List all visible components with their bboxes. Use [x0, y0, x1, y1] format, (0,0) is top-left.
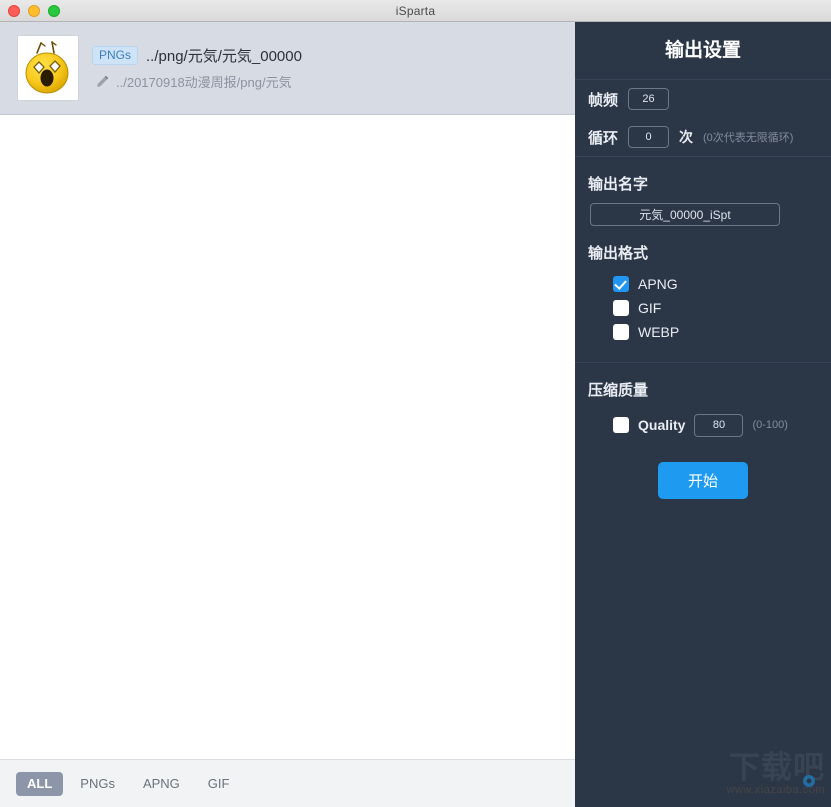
- quality-input[interactable]: [694, 413, 744, 437]
- quality-range-hint: (0-100): [752, 419, 788, 431]
- settings-title: 输出设置: [575, 22, 831, 80]
- settings-panel: 输出设置 帧频 循环 次 (0次代表无限循环) 输出名字 输出格式 APNG: [575, 22, 831, 807]
- checkbox-webp-icon[interactable]: [613, 324, 629, 340]
- filter-tab-gif[interactable]: GIF: [197, 772, 241, 796]
- format-option-webp[interactable]: WEBP: [588, 320, 831, 344]
- loop-row: 循环 次 (0次代表无限循环): [588, 118, 831, 156]
- format-label-gif: GIF: [638, 300, 662, 316]
- filter-tab-pngs[interactable]: PNGs: [69, 772, 126, 796]
- output-format-title: 输出格式: [588, 245, 649, 262]
- loop-input[interactable]: [628, 126, 670, 148]
- output-name-title: 输出名字: [588, 176, 649, 193]
- checkbox-gif-icon[interactable]: [613, 300, 629, 316]
- quality-label: Quality: [638, 417, 686, 433]
- window-title: iSparta: [395, 3, 436, 18]
- output-name-input[interactable]: [590, 203, 780, 226]
- quality-row: Quality (0-100): [588, 410, 831, 440]
- file-primary-line: PNGs ../png/元気/元気_00000: [92, 45, 302, 66]
- divider-2: [575, 362, 831, 363]
- frame-rate-label: 帧频: [588, 91, 619, 109]
- format-label-apng: APNG: [638, 276, 678, 292]
- divider-1: [575, 156, 831, 157]
- list-item[interactable]: PNGs ../png/元気/元気_00000 ../20170918动漫周报/…: [0, 22, 575, 115]
- frame-rate-row: 帧频: [588, 80, 831, 118]
- timing-section: 帧频 循环 次 (0次代表无限循环): [575, 80, 831, 156]
- close-icon[interactable]: [8, 5, 20, 17]
- format-option-gif[interactable]: GIF: [588, 296, 831, 320]
- watermark-url: www.xiazaiba.com: [726, 784, 825, 796]
- file-path: ../png/元気/元気_00000: [146, 48, 302, 65]
- format-option-apng[interactable]: APNG: [588, 272, 831, 296]
- window-controls: [8, 0, 60, 22]
- watermark-text: 下载吧: [729, 750, 825, 785]
- filter-tab-apng[interactable]: APNG: [132, 772, 191, 796]
- output-section: 输出名字 输出格式 APNG GIF WEBP: [575, 173, 831, 362]
- file-meta: PNGs ../png/元気/元気_00000 ../20170918动漫周报/…: [92, 45, 302, 91]
- frame-rate-input[interactable]: [628, 88, 670, 110]
- file-list-pane: PNGs ../png/元気/元気_00000 ../20170918动漫周报/…: [0, 22, 575, 807]
- file-secondary-line[interactable]: ../20170918动漫周报/png/元気: [92, 72, 302, 91]
- minimize-icon[interactable]: [28, 5, 40, 17]
- surprised-face-emoji-icon: [25, 41, 69, 94]
- filter-bar: ALL PNGs APNG GIF: [0, 759, 575, 807]
- start-button-wrap: 开始: [575, 462, 831, 499]
- compression-title: 压缩质量: [588, 382, 649, 399]
- file-subpath: ../20170918动漫周报/png/元気: [116, 75, 292, 90]
- thumbnail: [17, 35, 79, 101]
- gear-icon: [803, 775, 815, 787]
- compression-section: 压缩质量 Quality (0-100): [575, 379, 831, 440]
- loop-label: 循环: [588, 129, 619, 147]
- file-type-badge: PNGs: [92, 46, 139, 65]
- isparta-window: iSparta PNGs ../png/元気/元気_00000 ../20170…: [0, 0, 831, 807]
- pencil-icon[interactable]: [95, 74, 110, 89]
- watermark: 下载吧 www.xiazaiba.com: [675, 751, 825, 803]
- start-button[interactable]: 开始: [658, 462, 748, 499]
- title-bar: iSparta: [0, 0, 831, 22]
- checkbox-quality-icon[interactable]: [613, 417, 629, 433]
- loop-unit: 次: [679, 129, 694, 145]
- checkbox-apng-icon[interactable]: [613, 276, 629, 292]
- zoom-icon[interactable]: [48, 5, 60, 17]
- loop-hint: (0次代表无限循环): [703, 132, 794, 144]
- filter-tab-all[interactable]: ALL: [16, 771, 64, 796]
- format-label-webp: WEBP: [638, 324, 680, 340]
- file-list: PNGs ../png/元気/元気_00000 ../20170918动漫周报/…: [0, 22, 575, 115]
